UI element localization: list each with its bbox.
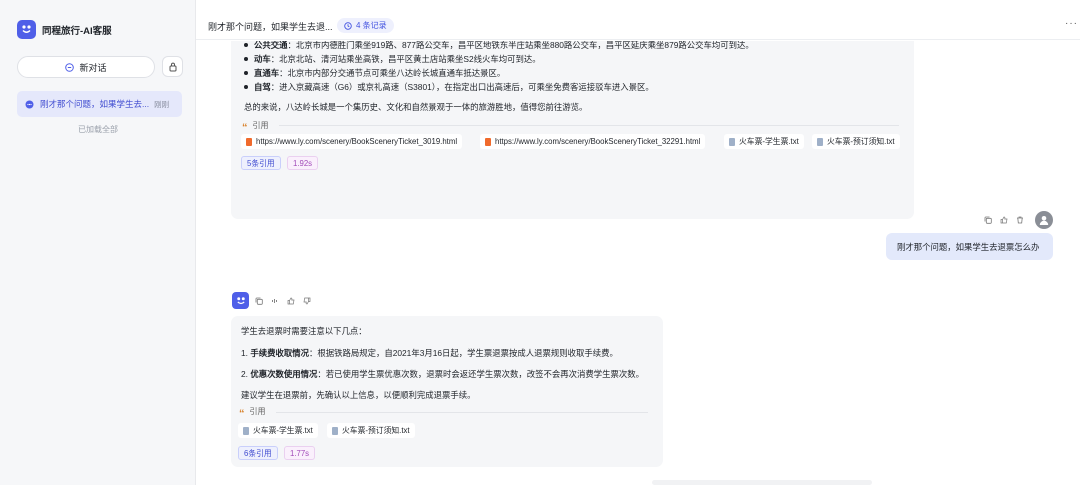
- sidebar-toggle-button[interactable]: [162, 56, 183, 77]
- copy-button[interactable]: [253, 295, 265, 307]
- cite-count-badge[interactable]: 5条引用: [241, 156, 281, 170]
- chat-bubble-icon: [25, 100, 34, 108]
- quote-icon: “: [239, 407, 245, 420]
- answer-conclusion: 建议学生在退票前，先确认以上信息，以便顺利完成退票手续。: [241, 390, 476, 400]
- file-icon: [729, 137, 735, 146]
- user-message-actions: [981, 211, 1053, 229]
- sidebar: 同程旅行-AI客服 新对话 刚才那个问题，如果学生去... 刚刚 已加载全部: [0, 0, 196, 485]
- bot-message-2: 学生去退票时需要注意以下几点： 1. 手续费收取情况：根据铁路局规定，自2021…: [231, 316, 663, 467]
- chat-header: 刚才那个问题，如果学生去退... 4 条记录 ···: [196, 0, 1080, 40]
- sidebar-toggle-icon: [169, 62, 176, 71]
- file-icon: [246, 137, 252, 146]
- delete-button[interactable]: [1013, 214, 1026, 227]
- cite-divider: [279, 125, 899, 126]
- transport-line-bus: 直通车：北京市内部分交通节点可乘坐八达岭长城直通车抵达景区。: [244, 67, 505, 79]
- copy-icon: [255, 297, 263, 305]
- records-badge[interactable]: 4 条记录: [337, 18, 394, 33]
- history-item-time: 刚刚: [154, 99, 170, 109]
- brand-logo-icon: [17, 20, 36, 39]
- like-icon: [1000, 216, 1007, 224]
- cite-divider: [276, 412, 648, 413]
- source-link[interactable]: 火车票-预订须知.txt: [812, 134, 900, 149]
- speak-button[interactable]: [269, 295, 281, 307]
- elapsed-time-badge: 1.92s: [287, 156, 319, 170]
- transport-line-drive: 自驾：进入京藏高速（G6）或京礼高速（S3801），在指定出口出高速后，可乘坐免…: [244, 81, 654, 93]
- input-shadow: [652, 480, 872, 485]
- cite-label: 引用: [249, 407, 266, 416]
- cite-count-badge[interactable]: 6条引用: [238, 446, 278, 460]
- file-icon: [332, 426, 338, 435]
- more-icon[interactable]: ···: [1065, 18, 1078, 29]
- source-link[interactable]: 火车票-预订须知.txt: [327, 423, 415, 438]
- chat-plus-icon: [65, 62, 75, 72]
- file-icon: [485, 137, 491, 146]
- like-button[interactable]: [285, 295, 297, 307]
- transport-line-train: 动车：北京北站、清河站乘坐高铁，昌平区黄土店站乘坐S2线火车均可到达。: [244, 53, 541, 65]
- source-link[interactable]: https://www.ly.com/scenery/BookSceneryTi…: [480, 134, 706, 149]
- history-item[interactable]: 刚才那个问题，如果学生去... 刚刚: [17, 91, 182, 117]
- new-chat-label: 新对话: [79, 62, 107, 73]
- user-avatar-icon: [1035, 211, 1053, 229]
- user-message: 刚才那个问题，如果学生去退票怎么办: [886, 233, 1053, 260]
- bot-avatar-icon: [232, 292, 249, 309]
- quote-icon: “: [242, 121, 248, 134]
- loaded-all-label: 已加载全部: [78, 125, 118, 134]
- answer-intro: 学生去退票时需要注意以下几点：: [241, 326, 367, 336]
- records-count: 4 条记录: [356, 21, 387, 30]
- chat-area[interactable]: 公共交通：北京市内德胜门乘坐919路、877路公交车，昌平区地铁东半庄站乘坐88…: [196, 41, 1080, 485]
- file-icon: [243, 426, 249, 435]
- new-chat-button[interactable]: 新对话: [17, 56, 155, 78]
- cite-label: 引用: [252, 121, 269, 130]
- cite-header: “ 引用: [242, 120, 269, 134]
- file-icon: [817, 137, 823, 146]
- source-link[interactable]: https://www.ly.com/scenery/BookSceneryTi…: [241, 134, 463, 149]
- source-link[interactable]: 火车票-学生票.txt: [724, 134, 804, 149]
- answer-point-2: 2. 优惠次数使用情况：若已使用学生票优惠次数，退票时会返还学生票次数，改签不会…: [241, 369, 644, 379]
- brand-title: 同程旅行-AI客服: [42, 25, 112, 37]
- dislike-icon: [303, 297, 311, 304]
- source-link[interactable]: 火车票-学生票.txt: [238, 423, 318, 438]
- copy-button[interactable]: [981, 214, 994, 227]
- cite-header: “ 引用: [239, 406, 266, 420]
- dislike-button[interactable]: [301, 295, 313, 307]
- elapsed-time-badge: 1.77s: [284, 446, 316, 460]
- brand: 同程旅行-AI客服: [17, 20, 112, 39]
- bot-message-1: 公共交通：北京市内德胜门乘坐919路、877路公交车，昌平区地铁东半庄站乘坐88…: [231, 41, 914, 219]
- bot-message-toolbar: [232, 292, 313, 309]
- copy-icon: [984, 216, 992, 224]
- history-item-title: 刚才那个问题，如果学生去...: [40, 99, 150, 109]
- like-button[interactable]: [997, 214, 1010, 227]
- transport-line-public: 公共交通：北京市内德胜门乘坐919路、877路公交车，昌平区地铁东半庄站乘坐88…: [244, 41, 754, 51]
- summary-text: 总的来说，八达岭长城是一个集历史、文化和自然景观于一体的旅游胜地，值得您前往游览…: [244, 102, 588, 112]
- like-icon: [287, 297, 295, 304]
- delete-icon: [1016, 216, 1023, 224]
- conversation-title: 刚才那个问题，如果学生去退...: [208, 22, 333, 32]
- speaker-icon: [272, 298, 277, 303]
- answer-point-1: 1. 手续费收取情况：根据铁路局规定，自2021年3月16日起，学生票退票按成人…: [241, 348, 618, 358]
- clock-icon: [344, 21, 352, 30]
